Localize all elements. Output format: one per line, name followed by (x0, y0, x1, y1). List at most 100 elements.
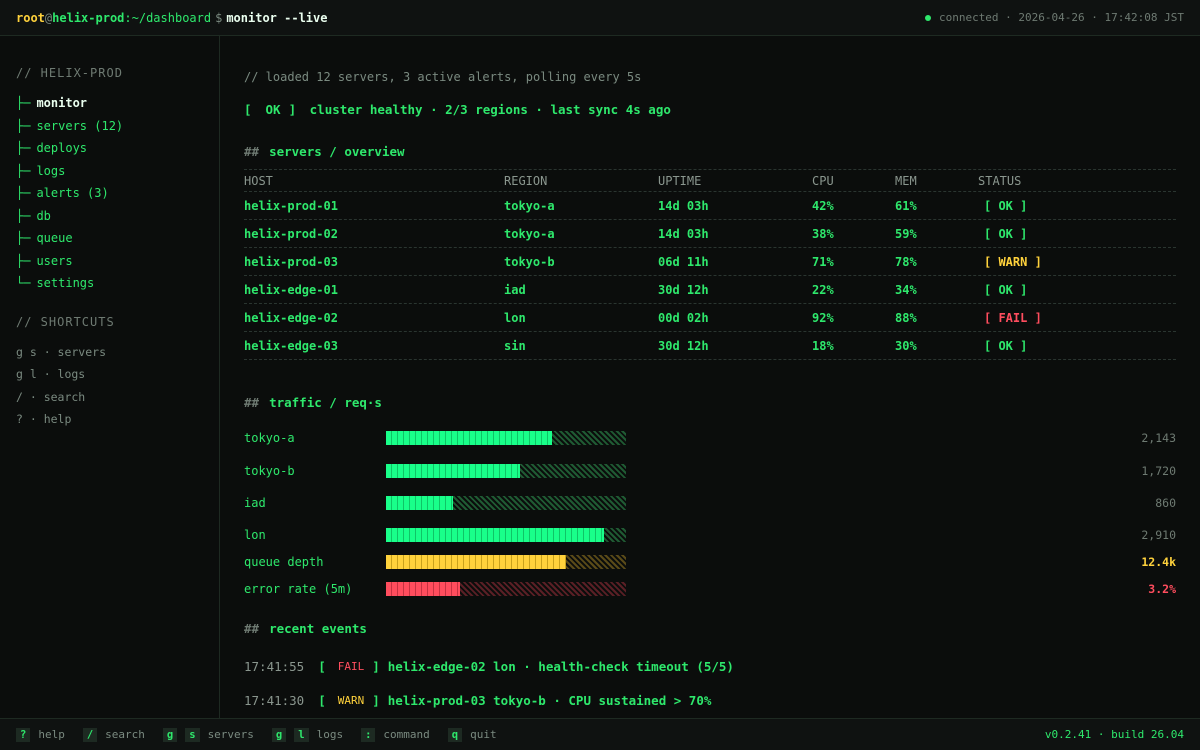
column-header-region: REGION (504, 173, 548, 188)
table-row[interactable]: helix-prod-02 tokyo-a 14d 03h 38% 59% [ OK ] (244, 220, 1176, 248)
sidebar-item-settings[interactable]: └─ settings (16, 272, 219, 295)
table-row[interactable]: helix-edge-01 iad 30d 12h 22% 34% [ OK ] (244, 276, 1176, 304)
table-cell: 06d 11h (658, 254, 709, 269)
sidebar-item-logs[interactable]: ├─ logs (16, 160, 219, 183)
traffic-bar-track (386, 582, 626, 596)
table-cell: tokyo-b (504, 254, 555, 269)
traffic-bar-fill (386, 431, 552, 445)
tree-branch-glyph: ├─ (16, 96, 31, 111)
footer-key-servers[interactable]: g s servers (162, 727, 254, 742)
prompt-dollar: $ (215, 10, 223, 25)
shortcut-item: g l · logs (16, 367, 86, 382)
main-panel: // loaded 12 servers, 3 active alerts, p… (244, 36, 1176, 718)
shortcuts-list: g s · servers g l · logs / · search ? · hel… (16, 341, 219, 431)
traffic-label: tokyo-b (244, 464, 295, 478)
event-bracket-open: [ (318, 659, 326, 674)
sidebar-item-label: logs (36, 163, 66, 178)
event-row[interactable]: 17:41:30 [WARN] helix-prod-03 tokyo-b · CP… (244, 693, 711, 708)
table-header-row: HOST REGION UPTIME CPU MEM STATUS (244, 170, 1176, 192)
column-header-host: HOST (244, 173, 273, 188)
table-body: helix-prod-01 tokyo-a 14d 03h 42% 61%[ OK ] h… (244, 192, 1176, 360)
sidebar-item-alerts[interactable]: ├─ alerts (3) (16, 182, 219, 205)
table-cell: sin (504, 338, 526, 353)
ok-bracket-open: [ (244, 102, 252, 117)
ok-bracket-close: ] (288, 102, 297, 117)
footer-key-label: quit (470, 728, 497, 741)
table-row[interactable]: helix-prod-01 tokyo-a 14d 03h 42% 61% [ OK ] (244, 192, 1176, 220)
sidebar-item-db[interactable]: ├─ db (16, 205, 219, 228)
footer-key-label: servers (207, 728, 254, 741)
event-time: 17:41:30 (244, 693, 305, 708)
sidebar-item-users[interactable]: ├─ users (16, 250, 219, 273)
traffic-bar-fill (386, 496, 454, 510)
shortcut-item: / · search (16, 389, 86, 404)
servers-section-title: ## servers / overview (244, 144, 405, 159)
prompt-user: root (16, 10, 45, 25)
load-comment: // loaded 12 servers, 3 active alerts, p… (244, 70, 642, 84)
table-cell: helix-edge-02 (244, 310, 338, 325)
prompt-host: helix-prod (52, 10, 125, 25)
event-time: 17:41:55 (244, 659, 305, 674)
sidebar-item-label: db (36, 208, 51, 223)
sidebar-item-label: users (36, 253, 73, 268)
tree-branch-glyph: ├─ (16, 141, 31, 156)
table-cell: helix-edge-03 (244, 338, 338, 353)
traffic-row: error rate (5m) 3.2% (244, 581, 1176, 597)
event-row[interactable]: 17:41:55 [FAIL] helix-edge-02 lon · health… (244, 659, 734, 674)
tree-branch-glyph: └─ (16, 276, 31, 291)
table-cell: 30d 12h (658, 338, 709, 353)
traffic-row: tokyo-b 1,720 (244, 463, 1176, 479)
status-badge: [ OK ] (984, 282, 1028, 297)
traffic-label: error rate (5m) (244, 582, 353, 596)
footer-key-help[interactable]: ? help (16, 727, 65, 742)
sidebar: // HELIX-PROD ├─ monitor ├─ servers (12) ├─ d… (0, 36, 220, 718)
table-cell: 34% (895, 282, 917, 297)
sidebar-item-servers[interactable]: ├─ servers (12) (16, 115, 219, 138)
table-row[interactable]: helix-edge-03 sin 30d 12h 18% 30% [ OK ] (244, 332, 1176, 360)
footer-key-search[interactable]: / search (82, 727, 145, 742)
traffic-bar-fill (386, 528, 605, 542)
traffic-label: lon (244, 528, 266, 542)
table-cell: 78% (895, 254, 917, 269)
table-cell: 14d 03h (658, 226, 709, 241)
table-row[interactable]: helix-prod-03 tokyo-b 06d 11h 71% 78% [ WARN … (244, 248, 1176, 276)
column-header-cpu: CPU (812, 173, 834, 188)
keycap: q (447, 727, 463, 742)
traffic-value: 2,910 (1141, 528, 1176, 542)
footer-key-quit[interactable]: q quit (447, 727, 497, 742)
tree-branch-glyph: ├─ (16, 118, 31, 133)
tree-branch-glyph: ├─ (16, 208, 31, 223)
sidebar-heading: // HELIX-PROD (16, 66, 123, 80)
traffic-bar-track (386, 431, 626, 445)
ok-badge: OK (265, 102, 281, 117)
table-row[interactable]: helix-edge-02 lon 00d 02h 92% 88% [ FAIL ] (244, 304, 1176, 332)
connection-status: connected · 2026-04-26 · 17:42:08 JST (924, 11, 1184, 24)
traffic-bar-fill (386, 582, 461, 596)
events-section-label: recent events (269, 621, 367, 636)
traffic-row: iad 860 (244, 495, 1176, 511)
table-cell: helix-prod-01 (244, 198, 338, 213)
sidebar-nav: ├─ monitor ├─ servers (12) ├─ deploys ├─ logs ├─… (16, 92, 219, 295)
traffic-value: 3.2% (1148, 582, 1176, 596)
servers-section-hash: ## (244, 144, 260, 159)
sidebar-item-label: servers (12) (36, 118, 124, 133)
table-cell: lon (504, 310, 526, 325)
sidebar-item-deploys[interactable]: ├─ deploys (16, 137, 219, 160)
footer-key-logs[interactable]: g l logs (271, 727, 343, 742)
sidebar-item-label: queue (36, 231, 73, 246)
traffic-row: tokyo-a 2,143 (244, 430, 1176, 446)
servers-section-label: servers / overview (269, 144, 405, 159)
status-badge: [ OK ] (984, 226, 1028, 241)
table-cell: 14d 03h (658, 198, 709, 213)
footer-key-command[interactable]: : command (361, 727, 430, 742)
status-badge: [ OK ] (984, 198, 1028, 213)
column-header-uptime: UPTIME (658, 173, 702, 188)
table-cell: helix-edge-01 (244, 282, 338, 297)
tree-branch-glyph: ├─ (16, 231, 31, 246)
sidebar-item-queue[interactable]: ├─ queue (16, 227, 219, 250)
traffic-section-label: traffic / req·s (269, 395, 382, 410)
sidebar-item-monitor[interactable]: ├─ monitor (16, 92, 219, 115)
status-badge: [ OK ] (984, 338, 1028, 353)
traffic-bar-fill (386, 464, 521, 478)
sidebar-item-label: alerts (3) (36, 186, 109, 201)
